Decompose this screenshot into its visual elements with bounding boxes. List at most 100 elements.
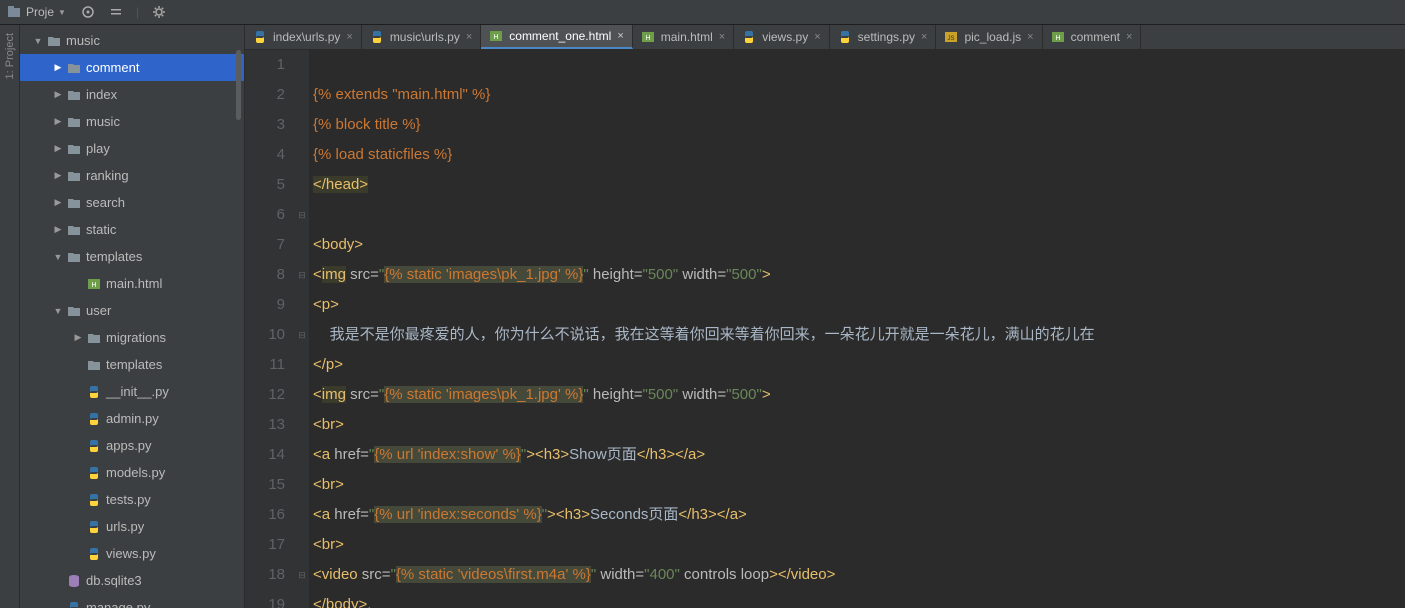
tab-views-py[interactable]: views.py × [734,25,829,49]
line-number: 5 [245,170,285,200]
tree-item-label: music [86,114,120,129]
tab-label: views.py [762,30,808,44]
project-dropdown[interactable]: Proje ▼ [0,4,72,20]
folder-icon [66,168,82,184]
py-icon [253,30,267,44]
tree-item-label: urls.py [106,519,144,534]
tab-pic-load-js[interactable]: JSpic_load.js× [936,25,1042,49]
tree-item-label: __init__.py [106,384,169,399]
close-icon[interactable]: × [466,31,472,43]
close-icon[interactable]: × [1027,31,1033,43]
html-icon: H [641,30,655,44]
line-number: 19 [245,590,285,608]
close-icon[interactable]: × [1126,31,1132,43]
html-icon: H [1051,30,1065,44]
tree-item---init---py[interactable]: __init__.py [20,378,244,405]
py-icon [742,30,756,44]
tree-item-label: main.html [106,276,162,291]
tree-item-manage-py[interactable]: manage.py [20,594,244,608]
tree-item-user[interactable]: ▼user [20,297,244,324]
tab-comment[interactable]: Hcomment× [1043,25,1142,49]
collapse-icon[interactable] [108,4,124,20]
expand-arrow-icon: ▼ [32,36,44,46]
tree-item-label: views.py [106,546,156,561]
tree-item-templates[interactable]: templates [20,351,244,378]
tab-comment-one-html[interactable]: Hcomment_one.html × [481,25,632,49]
line-number: 12 [245,380,285,410]
tree-item-main-html[interactable]: Hmain.html [20,270,244,297]
folder-icon [66,249,82,265]
expand-arrow-icon: ▶ [52,116,64,127]
close-icon[interactable]: × [719,31,725,43]
folder-icon [66,87,82,103]
tree-item-label: templates [86,249,142,264]
tab-main-html[interactable]: Hmain.html × [633,25,734,49]
close-icon[interactable]: × [346,31,352,43]
tab-settings-py[interactable]: settings.py× [830,25,937,49]
fold-marker[interactable]: ⊟ [295,320,309,350]
sidebar-vertical-label[interactable]: 1: Project [0,25,20,608]
tree-item-models-py[interactable]: models.py [20,459,244,486]
tree-item-search[interactable]: ▶ search [20,189,244,216]
tree-item-migrations[interactable]: ▶migrations [20,324,244,351]
line-number: 16 [245,500,285,530]
tab-music-urls-py[interactable]: music\urls.py × [362,25,481,49]
tree-item-label: static [86,222,116,237]
close-icon[interactable]: × [814,31,820,43]
tree-item-admin-py[interactable]: admin.py [20,405,244,432]
tree-item-comment[interactable]: ▶ comment [20,54,244,81]
tree-item-label: play [86,141,110,156]
close-icon[interactable]: × [617,30,623,42]
tree-item-ranking[interactable]: ▶ranking [20,162,244,189]
expand-arrow-icon: ▶ [52,197,64,208]
html-icon: H [86,276,102,292]
target-icon[interactable] [80,4,96,20]
project-label: Proje [26,5,54,19]
fold-marker[interactable]: ⊟ [295,260,309,290]
svg-text:H: H [494,34,499,41]
tree-item-urls-py[interactable]: urls.py [20,513,244,540]
code-area[interactable]: {% extends "main.html" %}{% block title … [309,50,1405,608]
code-editor[interactable]: 12345678910111213141516171819 ⊟ ⊟ ⊟ ⊟ {%… [245,50,1405,608]
line-number: 14 [245,440,285,470]
folder-icon [66,60,82,76]
tree-item-db-sqlite3[interactable]: db.sqlite3 [20,567,244,594]
tree-item-label: templates [106,357,162,372]
py-icon [66,600,82,608]
tree-item-music[interactable]: ▶ music [20,108,244,135]
gear-icon[interactable] [151,4,167,20]
tree-item-templates[interactable]: ▼templates [20,243,244,270]
editor-tabs: index\urls.py×music\urls.py×Hcomment_one… [245,25,1405,50]
line-number: 8 [245,260,285,290]
tab-index-urls-py[interactable]: index\urls.py × [245,25,362,49]
tree-item-label: search [86,195,125,210]
db-icon [66,573,82,589]
fold-marker[interactable]: ⊟ [295,200,309,230]
dropdown-icon: ▼ [58,8,66,17]
expand-arrow-icon: ▼ [52,306,64,316]
tree-item-music[interactable]: ▼music [20,27,244,54]
html-icon: H [489,29,503,43]
py-icon [370,30,384,44]
folder-icon [66,222,82,238]
expand-arrow-icon: ▶ [52,62,64,73]
scrollbar-handle[interactable] [236,50,241,120]
tab-label: comment_one.html [509,29,611,43]
fold-marker[interactable]: ⊟ [295,560,309,590]
tree-item-tests-py[interactable]: tests.py [20,486,244,513]
tree-item-views-py[interactable]: views.py [20,540,244,567]
close-icon[interactable]: × [921,31,927,43]
tree-item-apps-py[interactable]: apps.py [20,432,244,459]
line-number: 3 [245,110,285,140]
tree-item-play[interactable]: ▶play [20,135,244,162]
tab-label: main.html [661,30,713,44]
tree-item-static[interactable]: ▶static [20,216,244,243]
svg-text:H: H [1055,35,1060,42]
folder-icon [66,303,82,319]
tree-item-index[interactable]: ▶index [20,81,244,108]
tab-label: music\urls.py [390,30,460,44]
folder-icon [86,357,102,373]
folder-icon [46,33,62,49]
tree-item-label: comment [86,60,139,75]
tab-label: index\urls.py [273,30,340,44]
